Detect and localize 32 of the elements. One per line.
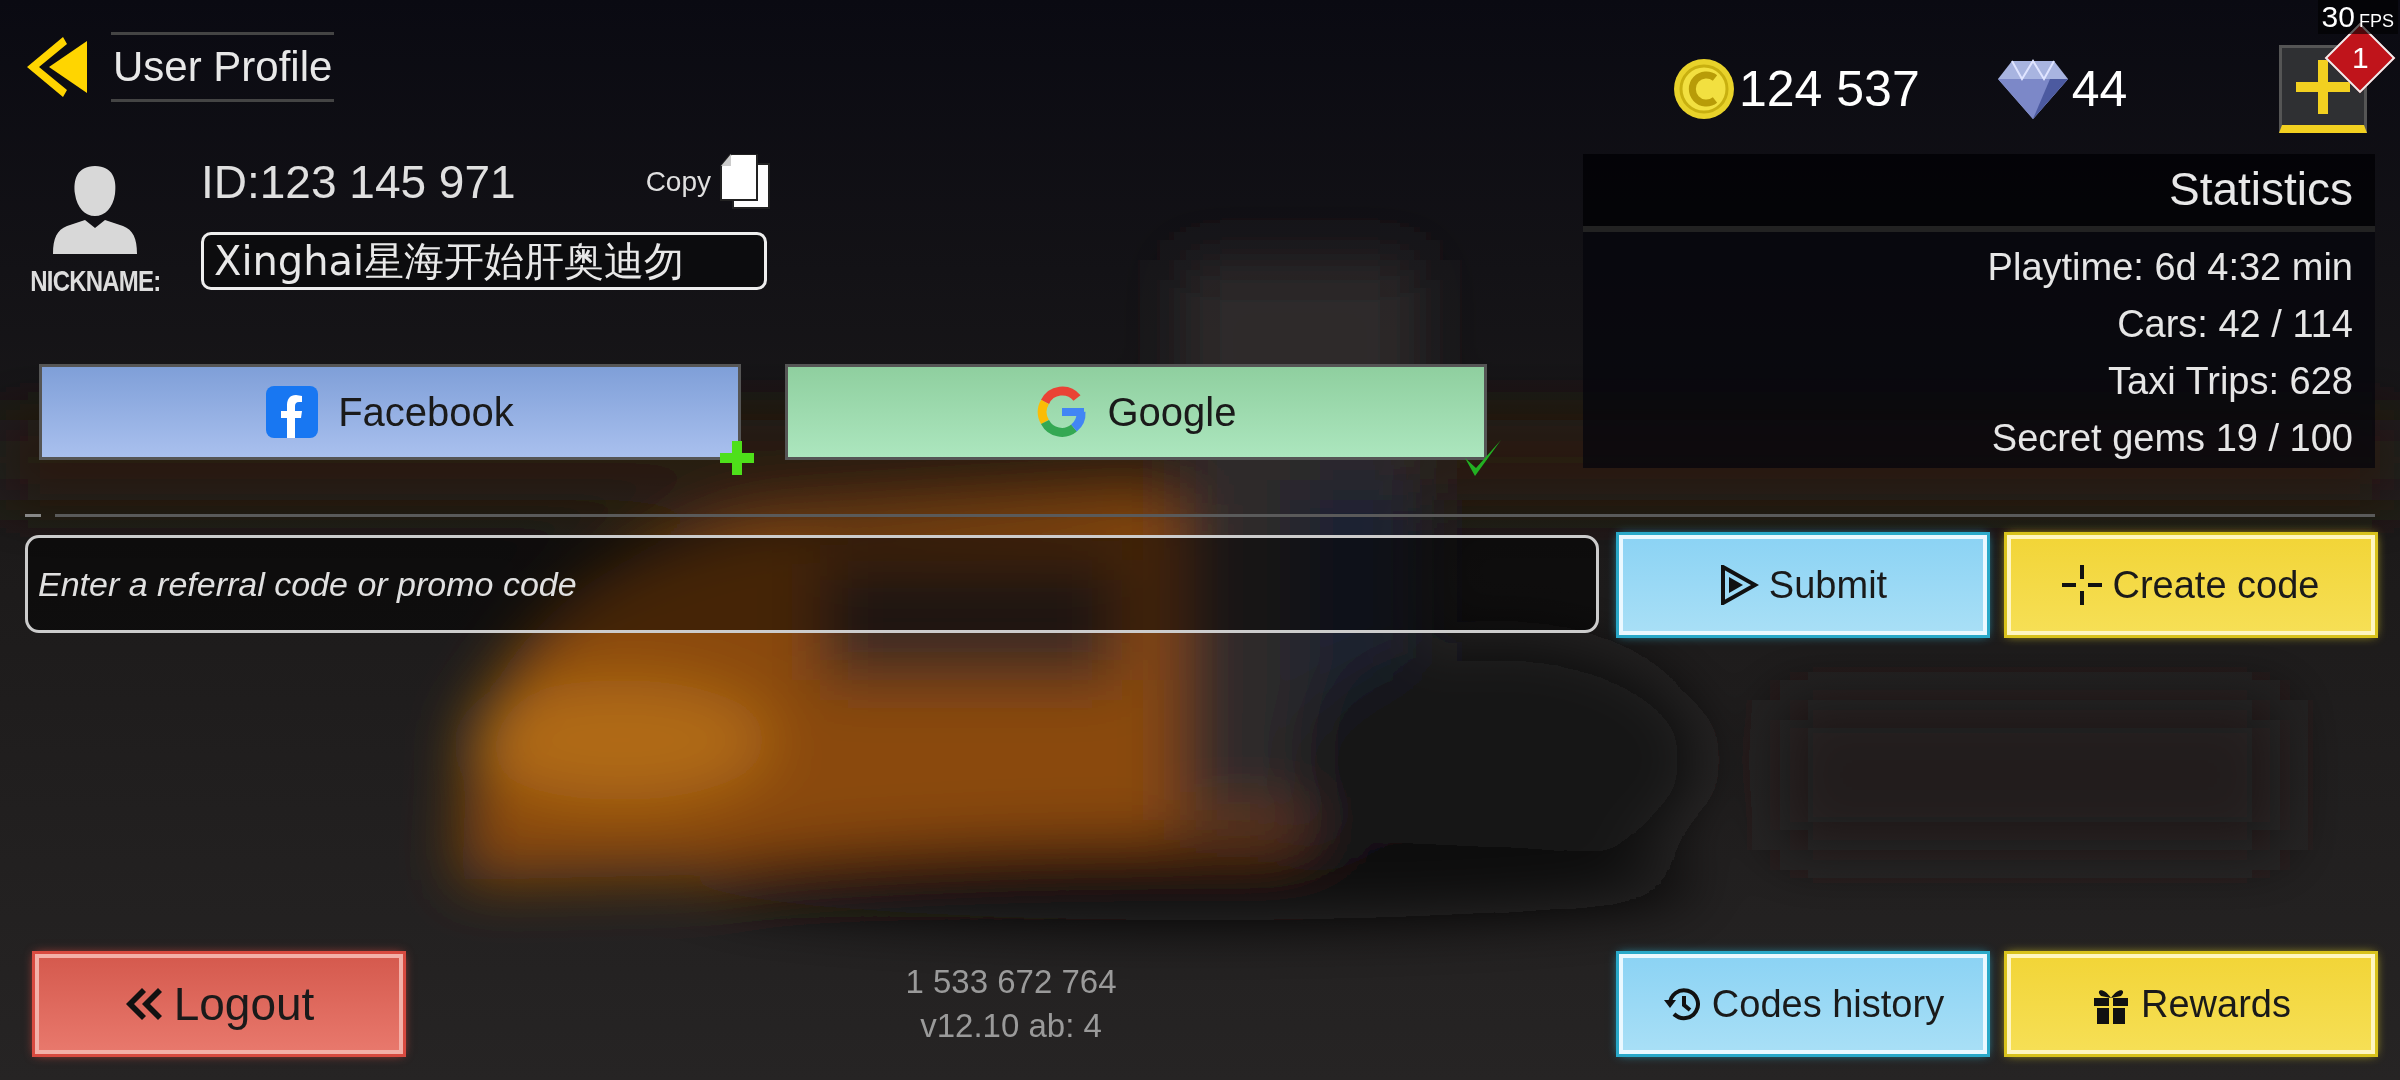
statistic-text: Playtime: 6d 4:32 min xyxy=(1987,246,2353,289)
create-code-button[interactable]: Create code xyxy=(2007,535,2375,635)
coin-amount: 124 537 xyxy=(1739,60,1920,118)
rewards-button[interactable]: Rewards xyxy=(2007,954,2375,1054)
crosshair-icon xyxy=(2062,565,2103,605)
copy-icon xyxy=(719,154,771,210)
gem-amount: 44 xyxy=(2071,60,2128,118)
player-count: 1 533 672 764 xyxy=(905,963,1117,1001)
statistic-text: Cars: 42 / 114 xyxy=(2117,303,2353,346)
page-title: User Profile xyxy=(111,32,335,102)
plus-icon xyxy=(2296,59,2350,114)
play-icon xyxy=(1718,565,1759,605)
nickname-field[interactable]: Xinghai星海开始肝奥迪勿 xyxy=(201,232,767,290)
player-id: ID:123 145 971 xyxy=(201,155,516,209)
logout-button[interactable]: Logout xyxy=(35,954,403,1054)
copy-button[interactable]: Copy xyxy=(645,154,771,210)
diamond-icon xyxy=(1997,59,2068,119)
nickname-label: NICKNAME: xyxy=(29,264,161,298)
google-logo-icon xyxy=(1035,386,1088,438)
version-text: v12.10 ab: 4 xyxy=(920,1007,1102,1045)
facebook-logo-icon xyxy=(266,386,319,438)
avatar-icon xyxy=(53,164,137,254)
codes-history-button[interactable]: Codes history xyxy=(1619,954,1987,1054)
coin-icon xyxy=(1673,58,1735,120)
statistic-text: Secret gems 19 / 100 xyxy=(1991,417,2353,460)
submit-button[interactable]: Submit xyxy=(1619,535,1987,635)
google-button[interactable]: Google xyxy=(785,364,1487,460)
statistics-title: Statistics xyxy=(2168,162,2353,216)
back-icon[interactable] xyxy=(27,35,89,99)
statistic-text: Taxi Trips: 628 xyxy=(2108,360,2353,403)
promo-code-field[interactable]: Enter a referral code or promo code xyxy=(25,535,1599,633)
facebook-button[interactable]: Facebook xyxy=(39,364,741,460)
